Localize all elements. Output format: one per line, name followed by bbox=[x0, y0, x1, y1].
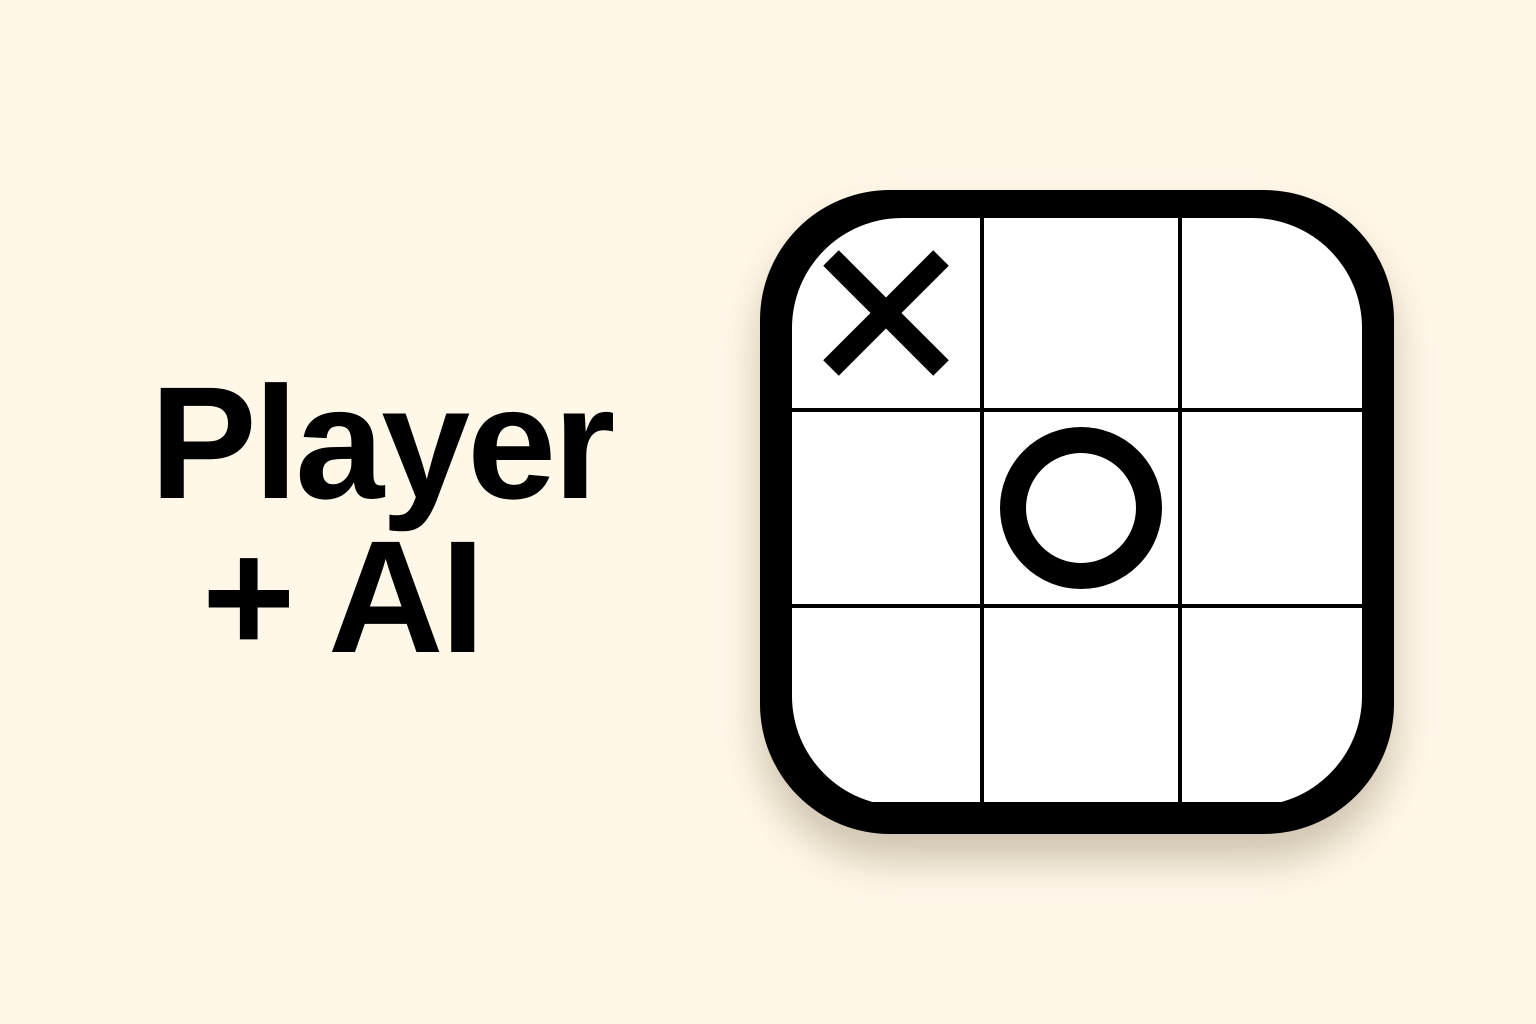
board-cell-6[interactable] bbox=[1182, 412, 1362, 604]
title-line-player: Player bbox=[150, 353, 615, 532]
game-title: Player + AI bbox=[150, 353, 670, 686]
x-mark-icon bbox=[792, 218, 980, 408]
board-cell-4[interactable] bbox=[792, 412, 980, 604]
board-cell-5[interactable] bbox=[984, 412, 1178, 604]
o-mark-icon bbox=[984, 412, 1178, 604]
board-cell-9[interactable] bbox=[1182, 608, 1362, 802]
title-line-ai: + AI bbox=[202, 507, 485, 686]
board-cell-1[interactable] bbox=[792, 218, 980, 408]
board-cell-2[interactable] bbox=[984, 218, 1178, 408]
board-cell-8[interactable] bbox=[984, 608, 1178, 802]
board-cell-3[interactable] bbox=[1182, 218, 1362, 408]
tic-tac-toe-board bbox=[792, 218, 1362, 806]
board-cell-7[interactable] bbox=[792, 608, 980, 802]
